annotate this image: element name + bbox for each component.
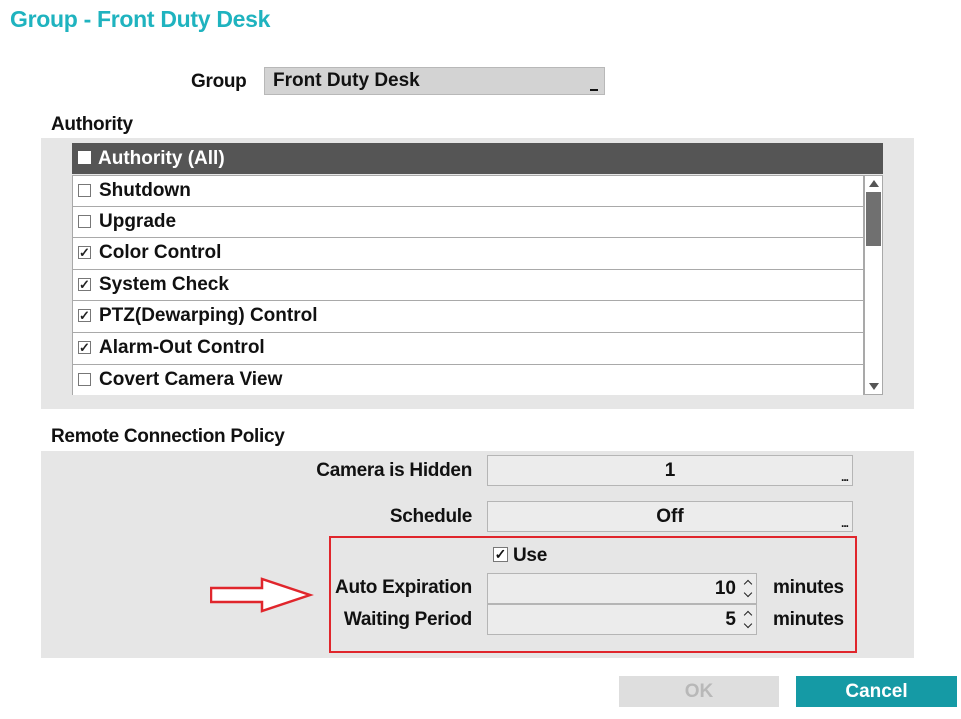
camera-hidden-field[interactable]: 1 ... — [487, 455, 853, 486]
more-options-icon[interactable]: ... — [841, 471, 849, 483]
authority-all-checkbox[interactable] — [78, 151, 91, 164]
authority-item-checkbox[interactable]: ✓ — [78, 246, 91, 260]
authority-item-checkbox[interactable]: ✓ — [78, 340, 91, 354]
authority-item-checkbox[interactable]: ✓ — [78, 277, 91, 291]
authority-item[interactable]: ✓ PTZ(Dewarping) Control — [72, 301, 864, 333]
authority-item[interactable]: Shutdown — [72, 175, 864, 207]
authority-item-checkbox[interactable] — [78, 214, 91, 228]
authority-item[interactable]: Upgrade — [72, 206, 864, 239]
group-name-field[interactable]: Front Duty Desk — [264, 67, 605, 95]
authority-item-checkbox[interactable]: ✓ — [78, 309, 91, 323]
schedule-label: Schedule — [389, 506, 472, 527]
ok-button[interactable]: OK — [619, 676, 779, 707]
authority-all-header[interactable]: Authority (All) — [72, 143, 883, 174]
authority-item[interactable]: ✓ System Check — [72, 269, 864, 302]
authority-item-label: Covert Camera View — [99, 368, 283, 390]
highlight-box — [329, 536, 857, 653]
remote-policy-section-label: Remote Connection Policy — [51, 426, 285, 447]
authority-item-checkbox[interactable] — [78, 372, 91, 386]
authority-item-label: Alarm-Out Control — [99, 336, 265, 358]
schedule-field[interactable]: Off ... — [487, 501, 853, 532]
authority-item-label: System Check — [99, 273, 229, 295]
more-options-icon[interactable]: ... — [841, 517, 849, 529]
cancel-button[interactable]: Cancel — [796, 676, 957, 707]
camera-hidden-label: Camera is Hidden — [316, 460, 472, 481]
edit-icon[interactable] — [590, 89, 598, 91]
authority-item[interactable]: ✓ Alarm-Out Control — [72, 332, 864, 365]
authority-item-label: Color Control — [99, 242, 222, 264]
group-label: Group — [191, 71, 247, 92]
schedule-value: Off — [656, 506, 684, 527]
authority-all-label: Authority (All) — [98, 148, 225, 169]
authority-item-label: PTZ(Dewarping) Control — [99, 305, 318, 327]
authority-scrollbar[interactable] — [864, 175, 883, 395]
triangle-down-icon — [869, 383, 879, 390]
authority-item[interactable]: ✓ Color Control — [72, 238, 864, 270]
camera-hidden-value: 1 — [664, 460, 676, 481]
arrow-right-icon — [210, 577, 314, 613]
authority-section-label: Authority — [51, 114, 133, 135]
dialog-title: Group - Front Duty Desk — [10, 6, 271, 32]
authority-item-label: Shutdown — [99, 180, 191, 201]
scroll-thumb[interactable] — [866, 192, 881, 246]
scroll-down-button[interactable] — [865, 379, 882, 394]
group-name-value: Front Duty Desk — [273, 70, 420, 91]
authority-item-checkbox[interactable] — [78, 184, 91, 197]
scroll-up-button[interactable] — [865, 176, 882, 191]
authority-item[interactable]: Covert Camera View — [72, 364, 864, 395]
authority-item-label: Upgrade — [99, 210, 177, 232]
authority-list: Shutdown Upgrade ✓ Color Control ✓ System Che… — [72, 175, 864, 395]
triangle-up-icon — [869, 180, 879, 187]
